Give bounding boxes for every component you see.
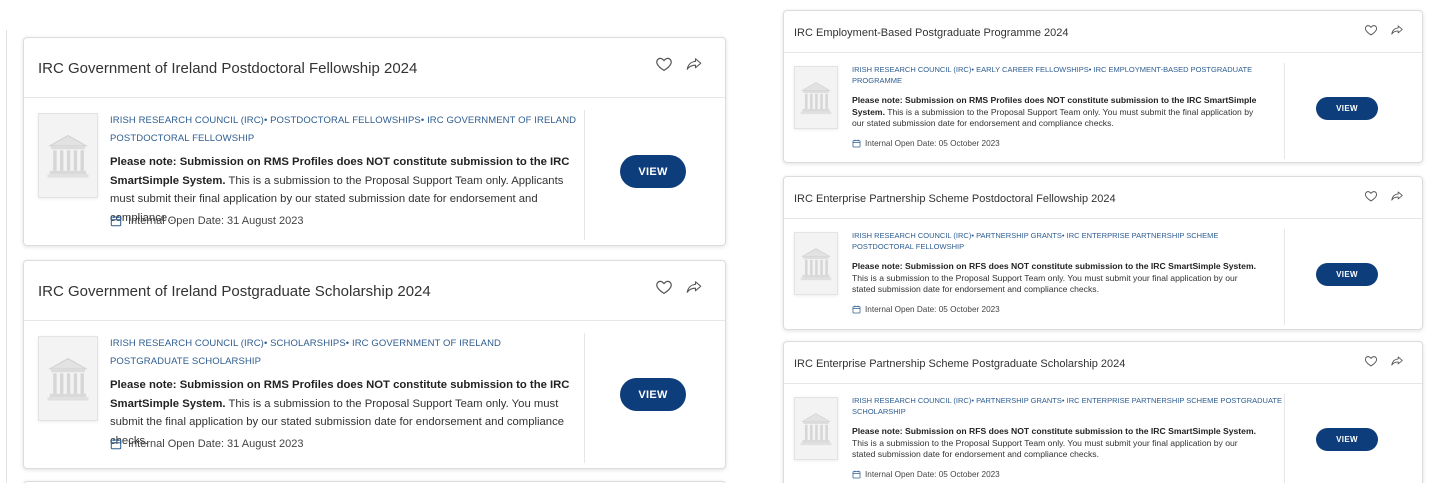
share-icon[interactable] [1390, 354, 1404, 368]
breadcrumb-link[interactable]: PARTNERSHIP GRANTS [976, 231, 1062, 240]
card-description: Please note: Submission on RFS does NOT … [852, 261, 1262, 296]
card-description: Please note: Submission on RMS Profiles … [852, 95, 1262, 130]
building-icon [794, 232, 838, 295]
calendar-icon [110, 215, 122, 227]
breadcrumb: IRISH RESEARCH COUNCIL (IRC)• SCHOLARSHI… [110, 335, 580, 371]
breadcrumb-separator: • [1088, 65, 1092, 74]
description-notice: Please note: Submission on RFS does NOT … [852, 261, 1256, 271]
breadcrumb-link[interactable]: IRISH RESEARCH COUNCIL (IRC) [110, 115, 264, 126]
breadcrumb-link[interactable]: SCHOLARSHIPS [270, 338, 346, 349]
breadcrumb-link[interactable]: IRISH RESEARCH COUNCIL (IRC) [852, 231, 971, 240]
breadcrumb-separator: • [420, 115, 425, 126]
card-header: IRC Enterprise Partnership Scheme Postdo… [784, 177, 1422, 219]
breadcrumb-link[interactable]: IRISH RESEARCH COUNCIL (IRC) [110, 338, 264, 349]
open-date: Internal Open Date: 05 October 2023 [852, 470, 1000, 479]
heart-icon[interactable] [1364, 23, 1378, 37]
heart-icon[interactable] [655, 278, 673, 296]
calendar-icon [852, 305, 861, 314]
card-divider [1284, 63, 1285, 159]
building-icon [38, 113, 98, 198]
open-date-text: Internal Open Date: 05 October 2023 [865, 139, 1000, 148]
view-button[interactable]: VIEW [1316, 97, 1378, 120]
share-icon[interactable] [685, 55, 703, 73]
card-divider [1284, 394, 1285, 483]
view-button[interactable]: VIEW [620, 155, 686, 188]
open-date-text: Internal Open Date: 31 August 2023 [128, 438, 304, 450]
breadcrumb-separator: • [263, 115, 268, 126]
funding-card[interactable]: IRC Government of Ireland Postgraduate S… [23, 260, 726, 469]
description-notice: Please note: Submission on RFS does NOT … [852, 426, 1256, 436]
breadcrumb: IRISH RESEARCH COUNCIL (IRC)• PARTNERSHI… [852, 395, 1282, 417]
description-text: This is a submission to the Proposal Sup… [852, 437, 1238, 460]
open-date-text: Internal Open Date: 05 October 2023 [865, 305, 1000, 314]
card-title[interactable]: IRC Enterprise Partnership Scheme Postgr… [794, 358, 1125, 370]
funding-card[interactable]: IRC Enterprise Partnership Scheme Postgr… [783, 341, 1423, 483]
heart-icon[interactable] [655, 55, 673, 73]
share-icon[interactable] [1390, 189, 1404, 203]
calendar-icon [852, 470, 861, 479]
description-text: This is a submission to the Proposal Sup… [852, 106, 1254, 129]
card-divider [1284, 229, 1285, 325]
breadcrumb-separator: • [263, 338, 268, 349]
breadcrumb: IRISH RESEARCH COUNCIL (IRC)• POSTDOCTOR… [110, 112, 580, 148]
breadcrumb-link[interactable]: IRISH RESEARCH COUNCIL (IRC) [852, 65, 971, 74]
breadcrumb-separator: • [1061, 231, 1065, 240]
funding-card[interactable]: IRC Employment-Based Postgraduate Progra… [783, 10, 1423, 163]
breadcrumb-separator: • [971, 231, 974, 240]
open-date: Internal Open Date: 31 August 2023 [110, 215, 304, 227]
card-divider [584, 110, 585, 240]
building-icon [794, 397, 838, 460]
heart-icon[interactable] [1364, 189, 1378, 203]
view-button[interactable]: VIEW [620, 378, 686, 411]
building-icon [794, 66, 838, 129]
breadcrumb-link[interactable]: POSTDOCTORAL FELLOWSHIPS [270, 115, 421, 126]
breadcrumb-separator: • [971, 396, 974, 405]
open-date-text: Internal Open Date: 31 August 2023 [128, 215, 304, 227]
breadcrumb-link[interactable]: PARTNERSHIP GRANTS [976, 396, 1062, 405]
calendar-icon [110, 438, 122, 450]
card-title[interactable]: IRC Government of Ireland Postdoctoral F… [38, 60, 417, 77]
card-header: IRC Government of Ireland Postdoctoral F… [24, 38, 725, 98]
share-icon[interactable] [1390, 23, 1404, 37]
card-header: IRC Employment-Based Postgraduate Progra… [784, 11, 1422, 53]
funding-card[interactable]: IRC Government of Ireland Postdoctoral F… [23, 37, 726, 246]
card-header: IRC Enterprise Partnership Scheme Postgr… [784, 342, 1422, 384]
description-text: This is a submission to the Proposal Sup… [852, 272, 1238, 295]
open-date: Internal Open Date: 31 August 2023 [110, 438, 304, 450]
building-icon [38, 336, 98, 421]
breadcrumb: IRISH RESEARCH COUNCIL (IRC)• PARTNERSHI… [852, 230, 1282, 252]
view-button[interactable]: VIEW [1316, 263, 1378, 286]
card-title[interactable]: IRC Government of Ireland Postgraduate S… [38, 283, 431, 300]
card-title[interactable]: IRC Enterprise Partnership Scheme Postdo… [794, 193, 1116, 205]
column-divider [6, 30, 7, 483]
open-date: Internal Open Date: 05 October 2023 [852, 305, 1000, 314]
open-date: Internal Open Date: 05 October 2023 [852, 139, 1000, 148]
card-title[interactable]: IRC Employment-Based Postgraduate Progra… [794, 27, 1069, 39]
card-description: Please note: Submission on RFS does NOT … [852, 426, 1262, 461]
calendar-icon [852, 139, 861, 148]
breadcrumb-separator: • [1061, 396, 1065, 405]
breadcrumb-link[interactable]: EARLY CAREER FELLOWSHIPS [976, 65, 1089, 74]
funding-card[interactable]: IRC Enterprise Partnership Scheme Postdo… [783, 176, 1423, 330]
breadcrumb-separator: • [345, 338, 350, 349]
card-divider [584, 333, 585, 463]
open-date-text: Internal Open Date: 05 October 2023 [865, 470, 1000, 479]
heart-icon[interactable] [1364, 354, 1378, 368]
breadcrumb-separator: • [971, 65, 974, 74]
card-header: IRC Government of Ireland Postgraduate S… [24, 261, 725, 321]
share-icon[interactable] [685, 278, 703, 296]
view-button[interactable]: VIEW [1316, 428, 1378, 451]
breadcrumb-link[interactable]: IRISH RESEARCH COUNCIL (IRC) [852, 396, 971, 405]
breadcrumb: IRISH RESEARCH COUNCIL (IRC)• EARLY CARE… [852, 64, 1282, 86]
